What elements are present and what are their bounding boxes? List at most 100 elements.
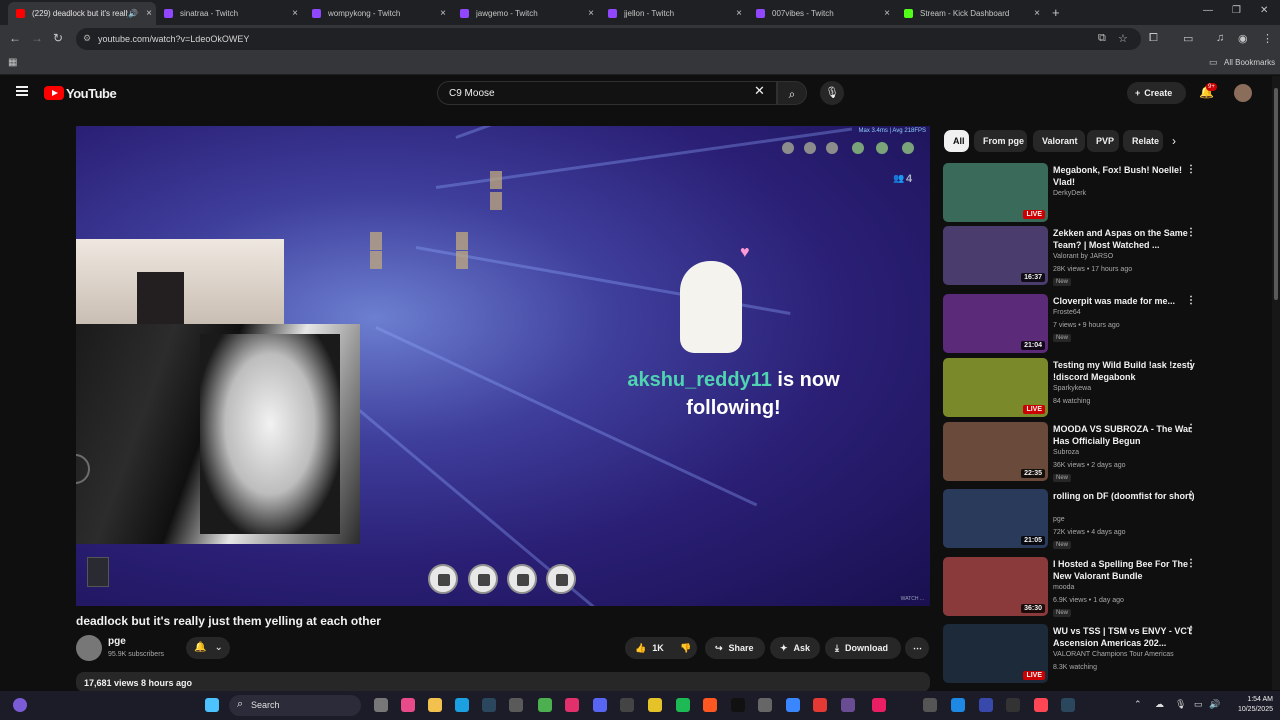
menu-icon[interactable]: ⋮ <box>1262 32 1273 45</box>
minimize-icon[interactable]: — <box>1203 5 1213 16</box>
channel-avatar[interactable] <box>76 635 102 661</box>
app-icon[interactable] <box>951 698 965 712</box>
tab-twitch-jawgemo[interactable]: jawgemo - Twitch × <box>452 2 598 25</box>
close-tab-icon[interactable]: × <box>288 8 302 19</box>
account-avatar[interactable] <box>1234 84 1252 102</box>
discord-icon[interactable] <box>593 698 607 712</box>
bookmark-star-icon[interactable]: ☆ <box>1118 32 1128 45</box>
video-thumbnail[interactable]: 21:04 <box>943 294 1048 353</box>
close-tab-icon[interactable]: × <box>584 8 598 19</box>
ask-button[interactable]: ✦ Ask <box>770 637 820 659</box>
chip-related[interactable]: Relate <box>1123 130 1163 152</box>
search-input[interactable]: C9 Moose <box>437 81 777 105</box>
media-icon[interactable]: ♫ <box>1216 32 1224 44</box>
scrollbar-thumb[interactable] <box>1274 88 1278 300</box>
thumbs-up-icon[interactable]: 👍 <box>635 643 646 653</box>
app-icon[interactable] <box>703 698 717 712</box>
rec-title[interactable]: Cloverpit was made for me... <box>1053 295 1203 307</box>
app-icon[interactable] <box>979 698 993 712</box>
cloud-icon[interactable]: ☁ <box>1155 699 1164 710</box>
new-tab-icon[interactable]: + <box>1052 5 1060 20</box>
steam-icon[interactable] <box>482 698 496 712</box>
app-icon[interactable] <box>841 698 855 712</box>
valorant-icon[interactable] <box>1034 698 1048 712</box>
weather-widget-icon[interactable] <box>13 698 27 712</box>
apps-grid-icon[interactable]: ▦ <box>8 57 17 68</box>
spotify-icon[interactable] <box>676 698 690 712</box>
create-button[interactable]: + Create <box>1127 82 1186 104</box>
download-button[interactable]: ⤓ Download <box>825 637 901 659</box>
back-icon[interactable]: ← <box>9 31 21 45</box>
video-player[interactable]: Max 3.4ms | Avg 218FPS 👥 4 ♥ akshu_reddy… <box>76 126 930 606</box>
chip-valorant[interactable]: Valorant <box>1033 130 1085 152</box>
sidepanel-icon[interactable]: ▭ <box>1183 32 1193 45</box>
rec-title[interactable]: Testing my Wild Build !ask !zesty !disco… <box>1053 359 1203 383</box>
notes-icon[interactable] <box>648 698 662 712</box>
thumbs-down-icon[interactable]: 👎 <box>680 643 691 653</box>
app-icon[interactable] <box>786 698 800 712</box>
app-icon[interactable] <box>1061 698 1075 712</box>
obs-icon[interactable] <box>758 698 772 712</box>
channel-name[interactable]: pge <box>108 636 126 647</box>
rec-title[interactable]: Megabonk, Fox! Bush! Noelle! Vlad! <box>1053 164 1203 188</box>
more-vert-icon[interactable]: ⋮ <box>1186 295 1196 306</box>
like-dislike-group[interactable]: 👍 1K 👎 <box>625 637 697 659</box>
close-tab-icon[interactable]: × <box>880 8 894 19</box>
taskbar-clock[interactable]: 1:54 AM 10/25/2025 <box>1225 695 1273 715</box>
share-button[interactable]: ↪ Share <box>705 637 765 659</box>
edge-icon[interactable] <box>455 698 469 712</box>
volume-icon[interactable]: 🔊 <box>1209 699 1220 710</box>
more-vert-icon[interactable]: ⋮ <box>1186 558 1196 569</box>
recommendation-item[interactable]: 21:04 Cloverpit was made for me... Frost… <box>943 294 1263 354</box>
video-thumbnail[interactable]: 22:35 <box>943 422 1048 481</box>
youtube-wordmark[interactable]: YouTube <box>66 86 117 101</box>
chip-pvp[interactable]: PVP <box>1087 130 1119 152</box>
speaker-icon[interactable]: 🔊 <box>128 9 138 18</box>
close-tab-icon[interactable]: × <box>142 8 156 19</box>
terminal-icon[interactable] <box>620 698 634 712</box>
extensions-icon[interactable]: ⧠ <box>1149 32 1158 45</box>
taskbar-search[interactable]: Search <box>229 695 361 716</box>
mic-tray-icon[interactable]: 🎙 <box>1175 699 1186 710</box>
more-vert-icon[interactable]: ⋮ <box>1186 625 1196 636</box>
restore-icon[interactable]: ❐ <box>1232 5 1241 16</box>
close-window-icon[interactable]: ✕ <box>1260 5 1268 16</box>
site-info-icon[interactable]: ⚙ <box>83 33 91 44</box>
more-vert-icon[interactable]: ⋮ <box>1186 227 1196 238</box>
video-thumbnail[interactable]: 16:37 <box>943 226 1048 285</box>
install-icon[interactable]: ⧉ <box>1098 32 1106 45</box>
instagram-icon[interactable] <box>565 698 579 712</box>
tab-twitch-sinatraa[interactable]: sinatraa - Twitch × <box>156 2 302 25</box>
subscribed-button[interactable]: 🔔 ⌄ <box>186 637 230 659</box>
rec-title[interactable]: WU vs TSS | TSM vs ENVY - VCT Ascension … <box>1053 625 1203 649</box>
more-actions-button[interactable]: ⋯ <box>905 637 929 659</box>
more-vert-icon[interactable]: ⋮ <box>1186 490 1196 501</box>
app-icon[interactable] <box>1006 698 1020 712</box>
chip-all[interactable]: All <box>944 130 969 152</box>
more-vert-icon[interactable]: ⋮ <box>1186 423 1196 434</box>
file-explorer-icon[interactable] <box>428 698 442 712</box>
chevron-right-icon[interactable]: › <box>1172 134 1176 148</box>
rec-title[interactable]: I Hosted a Spelling Bee For The New Valo… <box>1053 558 1203 582</box>
voice-search-button[interactable]: 🎙 <box>820 81 844 105</box>
display-icon[interactable]: ▭ <box>1194 699 1203 710</box>
close-tab-icon[interactable]: × <box>436 8 450 19</box>
recommendation-item[interactable]: 22:35 MOODA VS SUBROZA - The War Has Off… <box>943 422 1263 482</box>
youtube-logo-icon[interactable] <box>44 86 64 100</box>
profile-icon[interactable]: ◉ <box>1238 32 1248 45</box>
rec-title[interactable]: MOODA VS SUBROZA - The War Has Officiall… <box>1053 423 1203 447</box>
page-scrollbar[interactable] <box>1272 76 1280 690</box>
chrome-icon[interactable] <box>538 698 552 712</box>
windows-start-icon[interactable] <box>205 698 219 712</box>
rec-title[interactable]: rolling on DF (doomfist for short) <box>1053 490 1203 502</box>
close-tab-icon[interactable]: × <box>732 8 746 19</box>
recommendation-item[interactable]: LIVE WU vs TSS | TSM vs ENVY - VCT Ascen… <box>943 624 1263 684</box>
video-thumbnail[interactable]: 36:30 <box>943 557 1048 616</box>
video-thumbnail[interactable]: LIVE <box>943 163 1048 222</box>
copilot-icon[interactable] <box>401 698 415 712</box>
reload-icon[interactable]: ↻ <box>53 31 63 45</box>
show-hidden-icons-chevron-icon[interactable]: ⌃ <box>1134 699 1142 710</box>
more-vert-icon[interactable]: ⋮ <box>1186 164 1196 175</box>
app-icon[interactable] <box>872 698 886 712</box>
video-thumbnail[interactable]: 21:05 <box>943 489 1048 548</box>
